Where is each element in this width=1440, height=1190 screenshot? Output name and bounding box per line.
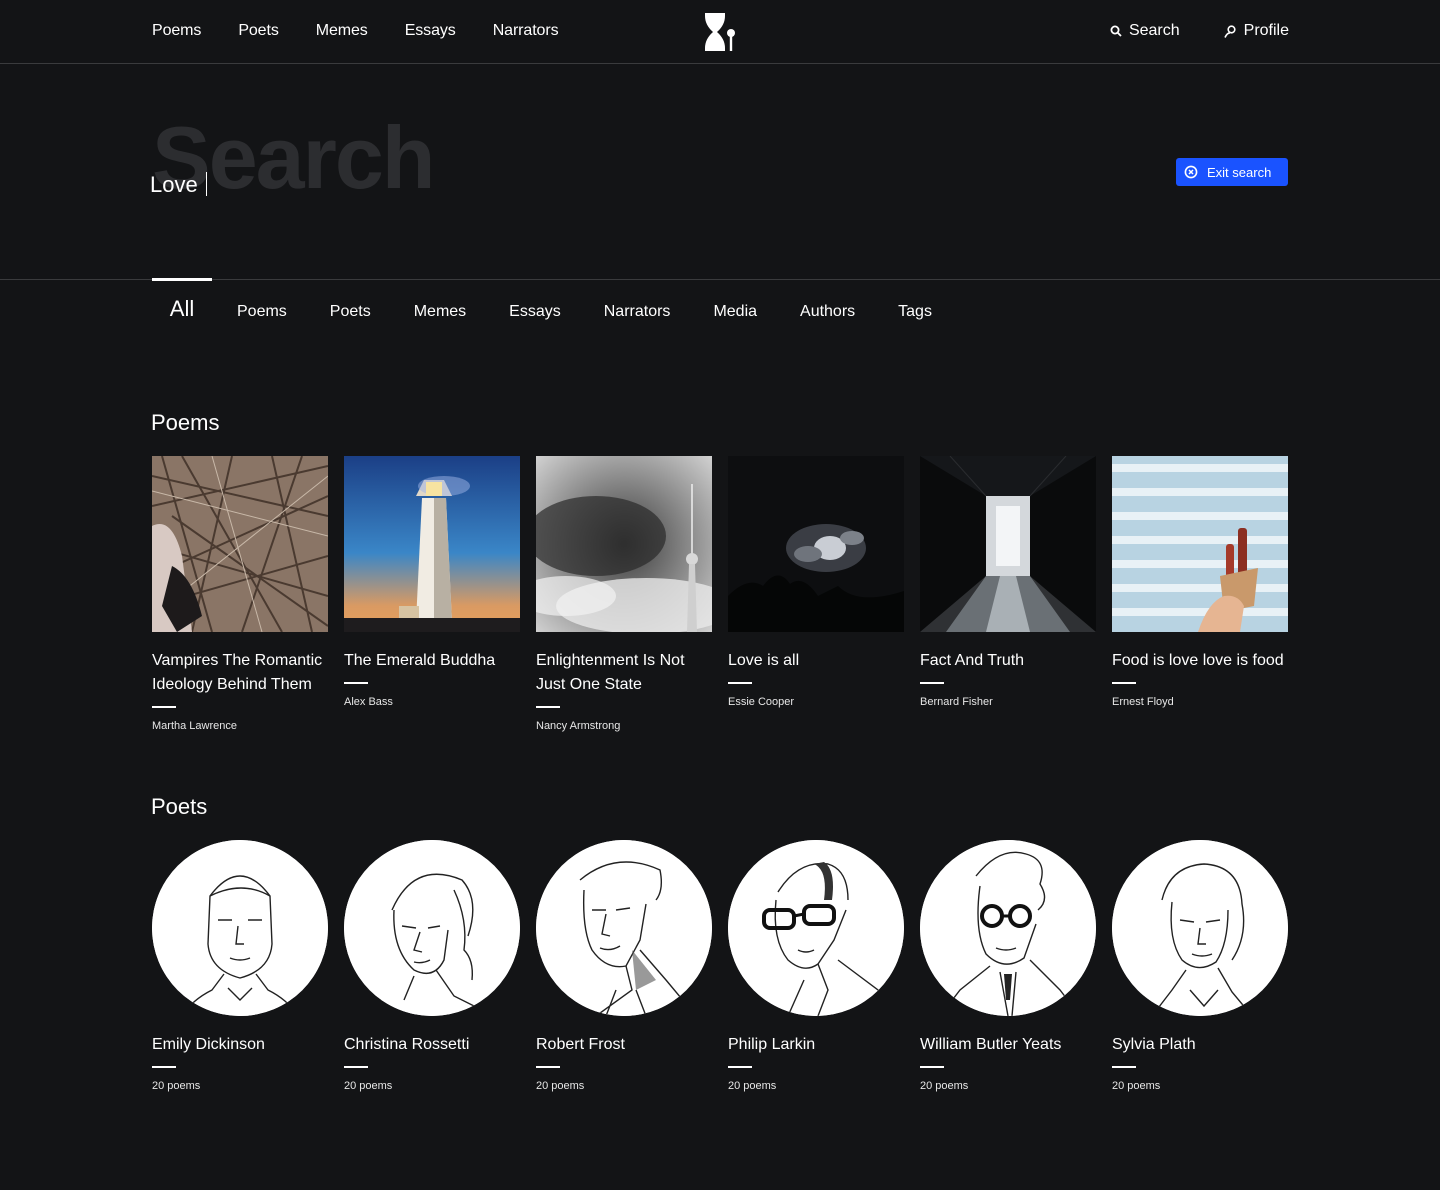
poem-card[interactable]: Vampires The Romantic Ideology Behind Th… <box>152 456 328 732</box>
nav-poets[interactable]: Poets <box>238 22 279 40</box>
profile-label: Profile <box>1243 22 1289 39</box>
poet-portrait-avatar <box>1112 840 1288 1016</box>
tab-tags[interactable]: Tags <box>898 303 932 321</box>
poet-card[interactable]: Emily Dickinson 20 poems <box>152 840 328 1092</box>
poem-thumbnail-tower-clouds <box>536 456 712 632</box>
divider-dash <box>920 682 944 684</box>
poet-portrait-avatar <box>920 840 1096 1016</box>
poet-card[interactable]: Christina Rossetti 20 poems <box>344 840 520 1092</box>
tab-poems[interactable]: Poems <box>237 303 287 321</box>
active-tab-indicator <box>152 278 212 281</box>
poets-grid: Emily Dickinson 20 poems Christina Rosse… <box>152 840 1304 1092</box>
search-icon <box>1110 25 1122 37</box>
tab-all[interactable]: All <box>152 296 212 322</box>
poet-name: Robert Frost <box>536 1036 625 1053</box>
top-right-actions: Search Profile <box>1110 22 1289 40</box>
user-icon <box>1223 24 1236 38</box>
poem-author: Martha Lawrence <box>152 720 237 732</box>
poet-card[interactable]: Philip Larkin 20 poems <box>728 840 904 1092</box>
nav-poems[interactable]: Poems <box>152 22 201 40</box>
poet-card[interactable]: Robert Frost 20 poems <box>536 840 712 1092</box>
poem-count: 20 poems <box>152 1080 201 1092</box>
divider-dash <box>920 1066 944 1068</box>
poet-portrait-avatar <box>728 840 904 1016</box>
divider-dash <box>728 1066 752 1068</box>
divider-dash <box>536 706 560 708</box>
exit-search-label: Exit search <box>1207 164 1272 180</box>
divider-dash <box>1112 682 1136 684</box>
nav-memes[interactable]: Memes <box>316 22 368 40</box>
poem-card[interactable]: Food is love love is food Ernest Floyd <box>1112 456 1288 732</box>
search-button[interactable]: Search <box>1110 22 1180 40</box>
poets-section-title: Poets <box>151 794 208 819</box>
poem-title: Fact And Truth <box>920 652 1025 669</box>
divider-dash <box>344 682 368 684</box>
poet-name: Philip Larkin <box>728 1036 816 1053</box>
divider-dash <box>1112 1066 1136 1068</box>
tab-media[interactable]: Media <box>713 303 757 321</box>
hourglass-logo-icon[interactable] <box>704 13 736 51</box>
poem-title: Enlightenment Is Not Just One State <box>536 652 685 693</box>
poem-thumbnail-night-moon <box>728 456 904 632</box>
poem-card[interactable]: The Emerald Buddha Alex Bass <box>344 456 520 732</box>
poet-card[interactable]: Sylvia Plath 20 poems <box>1112 840 1288 1092</box>
poem-count: 20 poems <box>920 1080 969 1092</box>
text-cursor <box>206 172 207 196</box>
divider-dash <box>728 682 752 684</box>
poet-name: Christina Rossetti <box>344 1036 470 1053</box>
tab-essays[interactable]: Essays <box>509 303 561 321</box>
poem-title: Food is love love is food <box>1112 652 1284 669</box>
poems-section-title: Poems <box>151 410 220 435</box>
poem-thumbnail-lighthouse <box>344 456 520 632</box>
poet-name: Sylvia Plath <box>1112 1036 1196 1053</box>
main-nav: Poems Poets Memes Essays Narrators <box>152 22 595 40</box>
poem-thumbnail-food <box>1112 456 1288 632</box>
poem-author: Alex Bass <box>344 696 393 708</box>
tabs-divider <box>0 279 1440 280</box>
poet-portrait-avatar <box>344 840 520 1016</box>
poem-card[interactable]: Love is all Essie Cooper <box>728 456 904 732</box>
nav-essays[interactable]: Essays <box>405 22 456 40</box>
tab-authors[interactable]: Authors <box>800 303 855 321</box>
poet-card[interactable]: William Butler Yeats 20 poems <box>920 840 1096 1092</box>
nav-narrators[interactable]: Narrators <box>493 22 559 40</box>
divider-dash <box>536 1066 560 1068</box>
poem-author: Ernest Floyd <box>1112 696 1174 708</box>
poem-author: Bernard Fisher <box>920 696 993 708</box>
poem-card[interactable]: Fact And Truth Bernard Fisher <box>920 456 1096 732</box>
profile-button[interactable]: Profile <box>1223 22 1289 40</box>
result-tabs: All Poems Poets Memes Essays Narrators M… <box>152 296 975 322</box>
poem-count: 20 poems <box>344 1080 393 1092</box>
poet-name: William Butler Yeats <box>920 1036 1062 1053</box>
divider-dash <box>152 706 176 708</box>
divider-dash <box>152 1066 176 1068</box>
poem-title: Vampires The Romantic Ideology Behind Th… <box>152 652 323 693</box>
poems-grid: Vampires The Romantic Ideology Behind Th… <box>152 456 1304 732</box>
poem-count: 20 poems <box>536 1080 585 1092</box>
poem-title: Love is all <box>728 652 800 669</box>
poem-count: 20 poems <box>728 1080 777 1092</box>
tab-poets[interactable]: Poets <box>330 303 371 321</box>
poem-author: Essie Cooper <box>728 696 795 708</box>
tab-narrators[interactable]: Narrators <box>604 303 671 321</box>
poet-portrait-avatar <box>152 840 328 1016</box>
divider-dash <box>344 1066 368 1068</box>
close-circle-icon <box>1184 165 1198 179</box>
search-label: Search <box>1128 22 1180 39</box>
search-input[interactable] <box>150 168 750 202</box>
tab-memes[interactable]: Memes <box>414 303 466 321</box>
poem-author: Nancy Armstrong <box>536 720 621 732</box>
poet-portrait-avatar <box>536 840 712 1016</box>
poet-name: Emily Dickinson <box>152 1036 265 1053</box>
exit-search-button[interactable]: Exit search <box>1176 158 1288 186</box>
poem-thumbnail-corridor <box>920 456 1096 632</box>
poem-card[interactable]: Enlightenment Is Not Just One State Nanc… <box>536 456 712 732</box>
poem-count: 20 poems <box>1112 1080 1161 1092</box>
top-navigation-bar: Poems Poets Memes Essays Narrators Searc… <box>0 0 1440 64</box>
poem-thumbnail-branches <box>152 456 328 632</box>
poem-title: The Emerald Buddha <box>344 652 496 669</box>
